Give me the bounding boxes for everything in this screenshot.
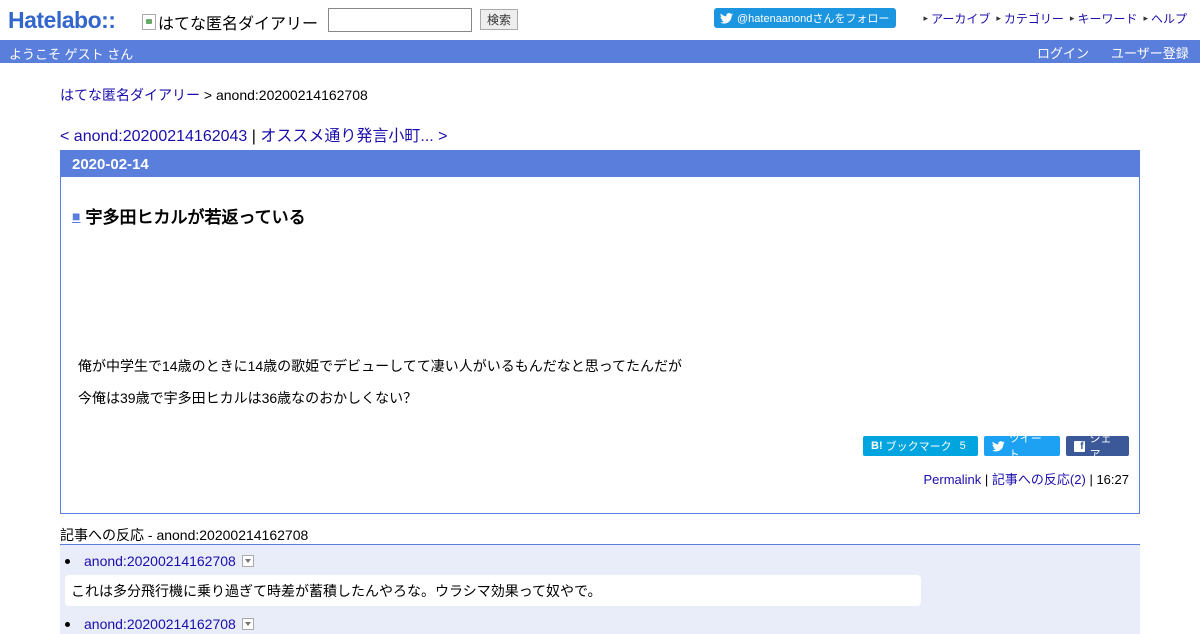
site-title-image[interactable]: はてな匿名ダイアリー [142,10,318,34]
list-item: anond:20200214162708 [60,553,254,569]
share-buttons: B! ブックマーク 5 ツイート f シェア [857,433,1129,461]
reactions-list: anond:20200214162708 これは多分飛行機に乗り過ぎて時差が蓄積… [60,544,1140,634]
hatena-b-icon: B! [871,440,883,452]
date-link[interactable]: 2020-02-14 [72,156,149,173]
paragraph: 今俺は39歳で宇多田ヒカルは36歳なのおかしくない？ [78,390,418,406]
breadcrumb-home-link[interactable]: はてな匿名ダイアリー [60,87,200,103]
keyword-link[interactable]: キーワード [1077,10,1137,27]
date-header: 2020-02-14 [61,151,1139,177]
chevron-down-icon[interactable] [241,618,254,630]
bullet [65,558,70,564]
hatena-bookmark-button[interactable]: B! ブックマーク 5 [863,436,978,456]
permalink-link[interactable]: Permalink [923,472,981,487]
reactions-link[interactable]: 記事への反応(2) [992,472,1086,487]
entry-body: 俺が中学生で14歳のときに14歳の歌姫でデビューしてて凄い人がいるもんだなと思っ… [78,350,682,414]
welcome-message: ようこそ ゲスト さん [9,47,134,62]
twitter-bird-icon [720,12,733,24]
breadcrumb: はてな匿名ダイアリー > anond:20200214162708 [60,87,368,103]
entry-title: ■ 宇多田ヒカルが若返っている [72,203,306,228]
reactions-heading: 記事への反応 - anond:20200214162708 [60,527,309,543]
category-link[interactable]: カテゴリー [1004,10,1064,27]
hatelabo-logo[interactable]: Hatelabo:: [8,6,116,34]
link-arrow-icon: ▸ [1069,13,1075,23]
breadcrumb-current: anond:20200214162708 [215,87,368,103]
top-bar: Hatelabo:: はてな匿名ダイアリー 検索 @hatenaanondさんを… [0,0,1200,40]
archive-link[interactable]: アーカイブ [931,10,990,27]
twitter-bird-icon [992,440,1005,451]
prev-entry-link[interactable]: < anond:20200214162043 [60,128,247,145]
facebook-icon: f [1074,440,1085,452]
entry-meta: Permalink | 記事への反応(2) | 16:27 [923,472,1129,487]
welcome-bar: ようこそ ゲスト さん ログイン ユーザー登録 [0,40,1200,63]
twitter-follow-button[interactable]: @hatenaanondさんをフォロー [714,8,896,28]
next-entry-link[interactable]: オススメ通り発言小町... > [260,128,447,145]
link-arrow-icon: ▸ [923,13,929,23]
tweet-button[interactable]: ツイート [984,433,1060,461]
bullet [65,621,70,627]
link-arrow-icon: ▸ [996,13,1001,23]
title-square-icon[interactable]: ■ [72,208,80,224]
search-input[interactable] [328,8,472,32]
help-link[interactable]: ヘルプ [1151,10,1187,27]
entry-time: 16:27 [1096,472,1129,487]
title-text: 宇多田ヒカルが若返っている [85,208,306,227]
article-box: 2020-02-14 ■ 宇多田ヒカルが若返っている 俺が中学生で14歳のときに… [60,150,1140,514]
reaction-text: これは多分飛行機に乗り過ぎて時差が蓄積したんやろな。ウラシマ効果って奴やで。 [65,575,921,606]
reaction-link[interactable]: anond:20200214162708 [84,553,236,569]
top-links: ▸ アーカイブ ▸ カテゴリー ▸ キーワード ▸ ヘルプ [918,10,1187,27]
link-arrow-icon: ▸ [1143,13,1148,23]
facebook-share-button[interactable]: f シェア [1066,433,1129,461]
register-link[interactable]: ユーザー登録 [1111,43,1189,62]
login-link[interactable]: ログイン [1037,43,1089,62]
broken-image-icon [142,14,156,30]
paragraph: 俺が中学生で14歳のときに14歳の歌姫でデビューしてて凄い人がいるもんだなと思っ… [78,358,683,374]
prev-next-nav: < anond:20200214162043 | オススメ通り発言小町... > [60,128,448,145]
search-button[interactable]: 検索 [480,9,518,30]
chevron-down-icon[interactable] [241,555,254,567]
